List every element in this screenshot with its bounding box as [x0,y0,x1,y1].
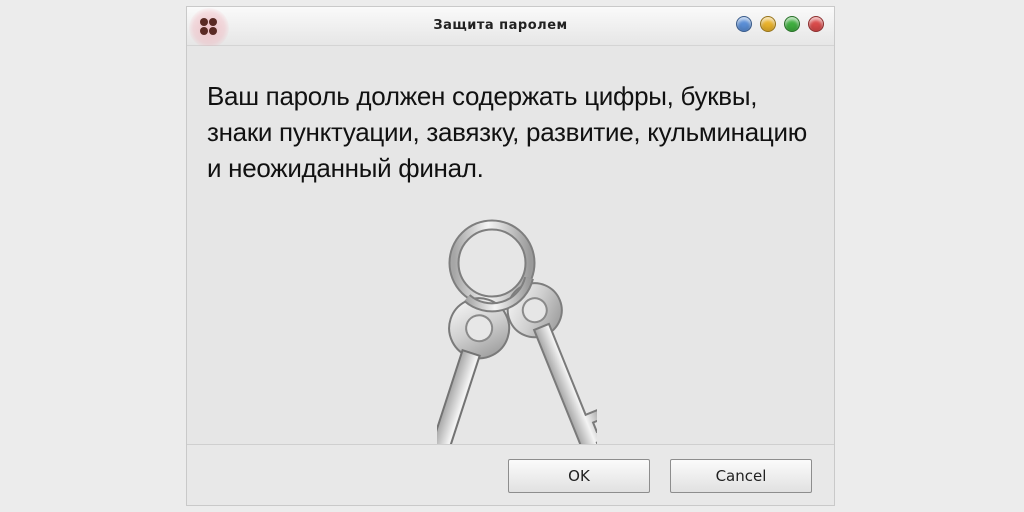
blue-window-button[interactable] [736,16,752,32]
password-dialog-window: Защита паролем Ваш пароль должен содержа… [186,6,835,506]
yellow-window-button[interactable] [760,16,776,32]
cancel-button[interactable]: Cancel [670,459,812,493]
ok-button[interactable]: OK [508,459,650,493]
keys-icon [437,219,597,468]
title-bar[interactable]: Защита паролем [187,7,834,48]
red-close-button[interactable] [808,16,824,32]
window-controls [736,16,824,32]
dialog-content: Ваш пароль должен содержать цифры, буквы… [187,46,834,468]
dialog-footer: OK Cancel [187,444,834,505]
dialog-message: Ваш пароль должен содержать цифры, буквы… [207,81,807,183]
green-window-button[interactable] [784,16,800,32]
